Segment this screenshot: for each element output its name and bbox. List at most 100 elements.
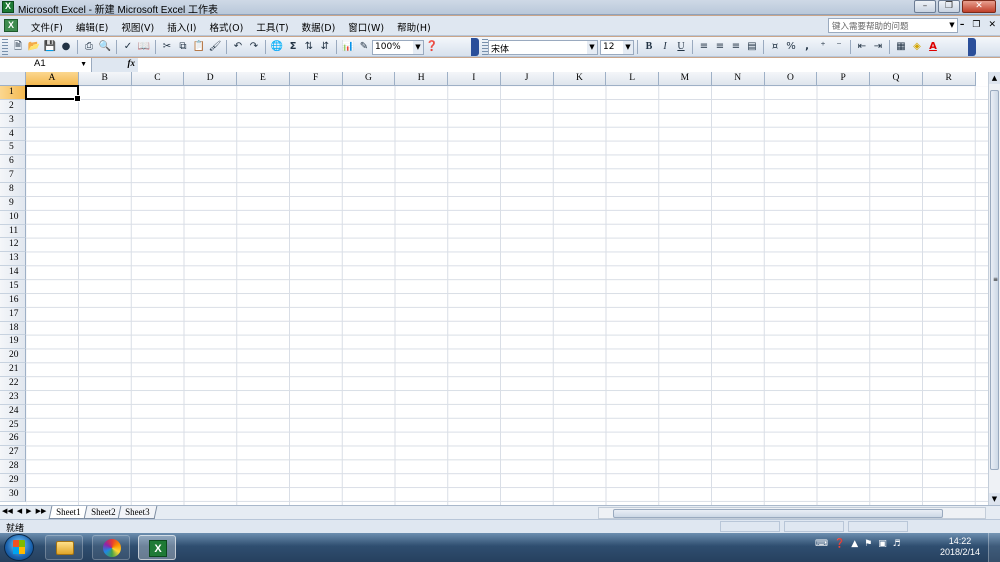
- hyperlink-icon[interactable]: 🌐: [270, 40, 284, 54]
- first-sheet-icon[interactable]: ◀◀: [2, 507, 13, 515]
- row-header[interactable]: 2: [0, 99, 26, 114]
- percent-button[interactable]: %: [784, 40, 798, 54]
- scroll-up-icon[interactable]: ▲: [989, 72, 1000, 84]
- row-header[interactable]: 16: [0, 293, 26, 308]
- row-header[interactable]: 25: [0, 418, 26, 433]
- menu-item[interactable]: 文件(F): [26, 20, 68, 34]
- chevron-down-icon[interactable]: ▼: [80, 58, 87, 72]
- row-header[interactable]: 26: [0, 432, 26, 447]
- tray-expand-icon[interactable]: ▲: [851, 539, 858, 549]
- minimize-icon[interactable]: –: [914, 0, 936, 13]
- format-painter-icon[interactable]: 🖌: [208, 40, 222, 54]
- print-icon[interactable]: ⎙: [82, 40, 96, 54]
- active-cell[interactable]: [25, 85, 81, 102]
- row-header[interactable]: 10: [0, 210, 26, 225]
- excel-app-icon[interactable]: X: [2, 1, 14, 13]
- menu-item[interactable]: 视图(V): [116, 20, 159, 34]
- column-header[interactable]: K: [553, 72, 607, 86]
- column-header[interactable]: Q: [870, 72, 923, 86]
- redo-icon[interactable]: ↷: [247, 40, 261, 54]
- cells-area[interactable]: [26, 86, 988, 505]
- start-button[interactable]: [4, 534, 34, 561]
- sheet-tab[interactable]: Sheet1: [48, 506, 88, 519]
- chevron-down-icon[interactable]: ▼: [413, 40, 423, 54]
- select-all-corner[interactable]: [0, 72, 26, 86]
- row-header[interactable]: 7: [0, 169, 26, 184]
- help-tray-icon[interactable]: ❓: [834, 539, 845, 549]
- vertical-scrollbar[interactable]: ▲ ≡ ▼: [988, 72, 1000, 505]
- decrease-indent-icon[interactable]: ⇤: [855, 40, 869, 54]
- toolbar-options-icon[interactable]: [471, 38, 479, 56]
- menu-item[interactable]: 工具(T): [251, 20, 293, 34]
- last-sheet-icon[interactable]: ▶▶: [36, 507, 47, 515]
- sheet-tab[interactable]: Sheet3: [117, 506, 157, 519]
- merge-center-icon[interactable]: ▤: [745, 40, 759, 54]
- column-header[interactable]: N: [711, 72, 765, 86]
- help-icon[interactable]: ❓: [425, 40, 439, 54]
- row-header[interactable]: 13: [0, 252, 26, 267]
- row-header[interactable]: 29: [0, 474, 26, 488]
- column-header[interactable]: D: [184, 72, 237, 86]
- column-header[interactable]: A: [26, 72, 79, 86]
- document-icon[interactable]: X: [4, 19, 18, 32]
- row-header[interactable]: 4: [0, 127, 26, 142]
- undo-icon[interactable]: ↶: [231, 40, 245, 54]
- scroll-down-icon[interactable]: ▼: [989, 493, 1000, 505]
- increase-indent-icon[interactable]: ⇥: [871, 40, 885, 54]
- column-header[interactable]: I: [448, 72, 501, 86]
- insert-function-icon[interactable]: fx: [128, 58, 136, 68]
- column-header[interactable]: R: [922, 72, 976, 86]
- column-header[interactable]: M: [659, 72, 712, 86]
- column-header[interactable]: O: [764, 72, 818, 86]
- toolbar-options-icon[interactable]: [968, 38, 976, 56]
- show-desktop-button[interactable]: [988, 533, 1000, 562]
- doc-minimize-icon[interactable]: –: [960, 20, 965, 30]
- align-left-icon[interactable]: ≡: [697, 40, 711, 54]
- menu-item[interactable]: 帮助(H): [392, 20, 436, 34]
- italic-button[interactable]: I: [658, 40, 672, 54]
- horizontal-scrollbar[interactable]: [598, 507, 986, 519]
- prev-sheet-icon[interactable]: ◀: [17, 507, 22, 515]
- help-search-input[interactable]: 键入需要帮助的问题 ▼: [828, 18, 958, 33]
- toolbar-grip[interactable]: [2, 39, 8, 55]
- chevron-down-icon[interactable]: ▼: [623, 40, 633, 54]
- chart-wizard-icon[interactable]: 📊: [341, 40, 355, 54]
- column-header[interactable]: J: [500, 72, 554, 86]
- row-header[interactable]: 11: [0, 224, 26, 239]
- row-header[interactable]: 22: [0, 377, 26, 391]
- row-header[interactable]: 21: [0, 363, 26, 378]
- row-header[interactable]: 6: [0, 155, 26, 170]
- increase-decimal-icon[interactable]: ⁺: [816, 40, 830, 54]
- new-icon[interactable]: 🗎: [11, 40, 25, 54]
- drawing-icon[interactable]: ✎: [357, 40, 371, 54]
- row-header[interactable]: 1: [0, 86, 26, 100]
- name-box[interactable]: A1 ▼: [0, 58, 92, 72]
- row-header[interactable]: 15: [0, 280, 26, 294]
- fill-color-icon[interactable]: ◈: [910, 40, 924, 54]
- borders-icon[interactable]: ▦: [894, 40, 908, 54]
- sheet-tab[interactable]: Sheet2: [83, 506, 123, 519]
- row-header[interactable]: 12: [0, 238, 26, 253]
- print-preview-icon[interactable]: 🔍: [98, 40, 112, 54]
- bold-button[interactable]: B: [642, 40, 656, 54]
- font-size-select[interactable]: 12 ▼: [600, 39, 634, 55]
- column-header[interactable]: F: [289, 72, 343, 86]
- menu-item[interactable]: 编辑(E): [71, 20, 113, 34]
- underline-button[interactable]: U: [674, 40, 688, 54]
- column-header[interactable]: G: [342, 72, 396, 86]
- row-header[interactable]: 30: [0, 487, 26, 502]
- align-center-icon[interactable]: ≡: [713, 40, 727, 54]
- align-right-icon[interactable]: ≡: [729, 40, 743, 54]
- sort-descending-icon[interactable]: ⇵: [318, 40, 332, 54]
- spelling-icon[interactable]: ✓: [121, 40, 135, 54]
- research-icon[interactable]: 📖: [137, 40, 151, 54]
- column-header[interactable]: H: [395, 72, 448, 86]
- sort-ascending-icon[interactable]: ⇅: [302, 40, 316, 54]
- doc-restore-icon[interactable]: ❐: [972, 20, 980, 30]
- taskbar-color-app[interactable]: [92, 535, 130, 560]
- chevron-down-icon[interactable]: ▼: [947, 19, 957, 32]
- row-header[interactable]: 8: [0, 183, 26, 197]
- taskbar-excel[interactable]: X: [138, 535, 176, 560]
- row-header[interactable]: 14: [0, 266, 26, 281]
- keyboard-icon[interactable]: ⌨: [815, 539, 828, 549]
